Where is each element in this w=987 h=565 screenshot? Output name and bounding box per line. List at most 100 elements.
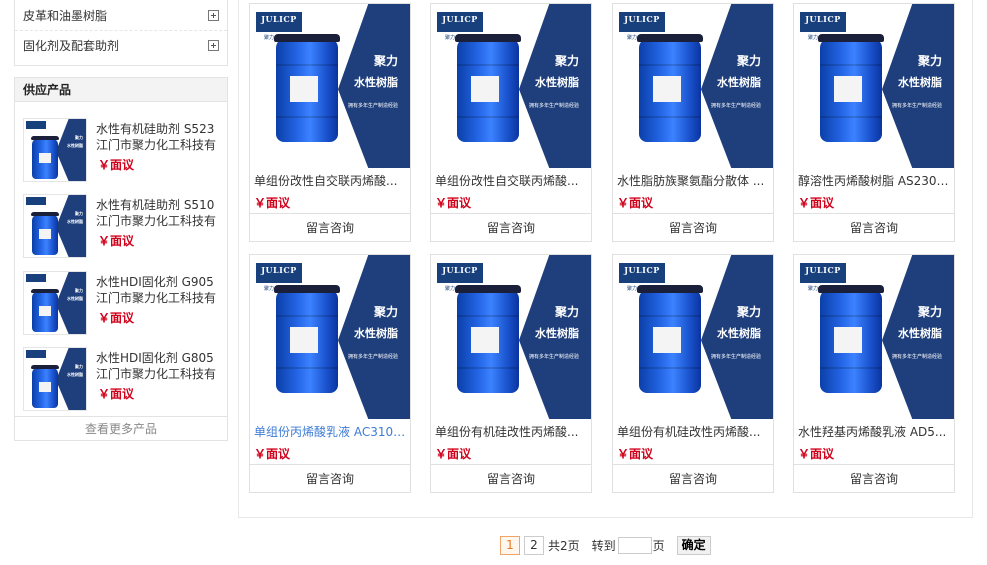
category-item-curing-agents[interactable]: 固化剂及配套助剂 — [15, 30, 227, 60]
brand-logo: JULICP — [800, 263, 846, 283]
product-card: JULICP聚力水性树脂聚力水性树脂拥有多年生产制造经验 单组份有机硅改性丙烯酸… — [612, 254, 774, 493]
inquiry-button[interactable]: 留言咨询 — [613, 464, 773, 492]
drum-label — [471, 327, 499, 353]
view-more-products-link[interactable]: 查看更多产品 — [15, 416, 227, 440]
slogan-line-2: 水性树脂 — [354, 327, 398, 340]
drum-rib — [457, 315, 519, 317]
brand-logo: JULICP — [800, 12, 846, 32]
product-image[interactable]: JULICP聚力水性树脂聚力水性树脂拥有多年生产制造经验 — [613, 4, 773, 168]
product-image[interactable]: JULICP聚力水性树脂聚力水性树脂拥有多年生产制造经验 — [431, 255, 591, 419]
goto-label: 转到 — [591, 538, 616, 553]
product-name-link[interactable]: 水性脂肪族聚氨酯分散体 ... — [617, 172, 769, 189]
side-product-thumbnail[interactable]: 聚力 水性树脂 — [23, 118, 87, 182]
product-image[interactable]: JULICP聚力水性树脂聚力水性树脂拥有多年生产制造经验 — [250, 4, 410, 168]
drum-lid — [31, 289, 59, 293]
brand-logo — [26, 350, 46, 358]
brand-logo: JULICP — [437, 263, 483, 283]
product-price: ￥面议 — [798, 447, 835, 461]
slogan-line-1: 聚力 — [554, 54, 579, 68]
side-product-thumbnail[interactable]: 聚力 水性树脂 — [23, 194, 87, 258]
confirm-goto-button[interactable]: 确定 — [676, 535, 711, 555]
slogan-line-2: 水性树脂 — [67, 372, 83, 377]
category-item-leather-ink[interactable]: 皮革和油墨树脂 — [15, 0, 227, 30]
side-product-name[interactable]: 水性HDI固化剂 G805 — [96, 350, 224, 366]
slogan-line-1: 聚力 — [736, 54, 761, 68]
drum-label — [290, 76, 318, 102]
drum-label — [653, 76, 681, 102]
inquiry-button[interactable]: 留言咨询 — [250, 213, 410, 241]
page-1-link[interactable]: 1 — [500, 535, 520, 555]
side-product-thumbnail[interactable]: 聚力水性树脂 — [23, 347, 87, 411]
page-2-link[interactable]: 2 — [524, 535, 544, 555]
drum-rib — [276, 315, 338, 317]
side-product-name[interactable]: 水性HDI固化剂 G905 — [96, 274, 224, 290]
product-card: JULICP聚力水性树脂聚力水性树脂拥有多年生产制造经验 单组份丙烯酸乳液 AC… — [249, 254, 411, 493]
drum-label — [39, 153, 51, 163]
drum-rib — [820, 116, 882, 118]
product-name-link[interactable]: 单组份丙烯酸乳液 AC310 ... — [254, 423, 406, 440]
product-image[interactable]: JULICP聚力水性树脂聚力水性树脂拥有多年生产制造经验 — [794, 255, 954, 419]
pagination: 1 2 共2页 转到 页 确定 — [500, 535, 711, 555]
product-name-link[interactable]: 醇溶性丙烯酸树脂 AS230 ... — [798, 172, 950, 189]
brand-logo — [26, 197, 46, 205]
inquiry-button[interactable]: 留言咨询 — [794, 213, 954, 241]
slogan-line-1: 聚力 — [75, 364, 83, 369]
brand-logo: JULICP — [256, 263, 302, 283]
inquiry-button[interactable]: 留言咨询 — [431, 213, 591, 241]
drum-lid — [31, 365, 59, 369]
drum-rib — [820, 315, 882, 317]
drum-lid — [274, 285, 340, 293]
inquiry-button[interactable]: 留言咨询 — [794, 464, 954, 492]
product-name-link[interactable]: 单组份有机硅改性丙烯酸... — [435, 423, 587, 440]
product-image[interactable]: JULICP聚力水性树脂聚力水性树脂拥有多年生产制造经验 — [250, 255, 410, 419]
side-product-item[interactable]: 聚力 水性树脂 水性HDI固化剂 G905 江门市聚力化工科技有 ￥面议 — [23, 271, 223, 337]
product-grid-panel: JULICP聚力水性树脂聚力水性树脂拥有多年生产制造经验 单组份改性自交联丙烯酸… — [238, 0, 973, 518]
drum-label — [834, 327, 862, 353]
drum-rib — [639, 64, 701, 66]
side-product-thumbnail[interactable]: 聚力 水性树脂 — [23, 271, 87, 335]
side-product-price: ￥面议 — [98, 387, 135, 401]
product-image[interactable]: JULICP聚力水性树脂聚力水性树脂拥有多年生产制造经验 — [431, 4, 591, 168]
side-product-item[interactable]: 聚力水性树脂 水性HDI固化剂 G805 江门市聚力化工科技有 ￥面议 — [23, 347, 223, 413]
expand-plus-icon[interactable] — [208, 40, 219, 51]
product-image[interactable]: JULICP聚力水性树脂聚力水性树脂拥有多年生产制造经验 — [613, 255, 773, 419]
brand-logo — [26, 274, 46, 282]
drum-rib — [639, 315, 701, 317]
drum-label — [834, 76, 862, 102]
page-number-input[interactable] — [617, 536, 652, 554]
slogan-line-2: 水性树脂 — [535, 327, 579, 340]
brand-logo: JULICP — [256, 12, 302, 32]
inquiry-button[interactable]: 留言咨询 — [250, 464, 410, 492]
side-product-price: ￥面议 — [98, 234, 135, 248]
inquiry-button[interactable]: 留言咨询 — [431, 464, 591, 492]
supply-products-title: 供应产品 — [15, 78, 227, 102]
product-name-link[interactable]: 单组份改性自交联丙烯酸... — [435, 172, 587, 189]
expand-plus-icon[interactable] — [208, 9, 219, 21]
slogan-line-2: 水性树脂 — [898, 327, 942, 340]
drum-rib — [276, 116, 338, 118]
category-list: 皮革和油墨树脂 固化剂及配套助剂 — [14, 0, 228, 66]
category-label: 固化剂及配套助剂 — [23, 39, 120, 53]
banner-stripe — [56, 195, 86, 257]
product-image[interactable]: JULICP聚力水性树脂聚力水性树脂拥有多年生产制造经验 — [794, 4, 954, 168]
side-product-item[interactable]: 聚力 水性树脂 水性有机硅助剂 S523 江门市聚力化工科技有 ￥面议 — [23, 118, 223, 184]
banner-stripe — [56, 348, 86, 410]
drum-label — [39, 306, 51, 316]
side-product-name[interactable]: 水性有机硅助剂 S510 — [96, 197, 224, 213]
slogan-line-1: 聚力 — [917, 305, 942, 319]
product-price: ￥面议 — [617, 447, 654, 461]
drum-rib — [820, 64, 882, 66]
side-product-company: 江门市聚力化工科技有 — [96, 367, 217, 381]
slogan-line-3: 拥有多年生产制造经验 — [528, 354, 579, 360]
product-name-link[interactable]: 水性羟基丙烯酸乳液 AD5... — [798, 423, 950, 440]
drum-lid — [274, 34, 340, 42]
side-product-item[interactable]: 聚力 水性树脂 水性有机硅助剂 S510 江门市聚力化工科技有 ￥面议 — [23, 194, 223, 260]
inquiry-button[interactable]: 留言咨询 — [613, 213, 773, 241]
product-name-link[interactable]: 单组份有机硅改性丙烯酸... — [617, 423, 769, 440]
slogan-line-2: 水性树脂 — [67, 219, 83, 224]
slogan-line-1: 聚力 — [373, 305, 398, 319]
slogan-line-2: 水性树脂 — [354, 76, 398, 89]
slogan-line-1: 聚力 — [554, 305, 579, 319]
product-name-link[interactable]: 单组份改性自交联丙烯酸... — [254, 172, 406, 189]
side-product-name[interactable]: 水性有机硅助剂 S523 — [96, 121, 224, 137]
